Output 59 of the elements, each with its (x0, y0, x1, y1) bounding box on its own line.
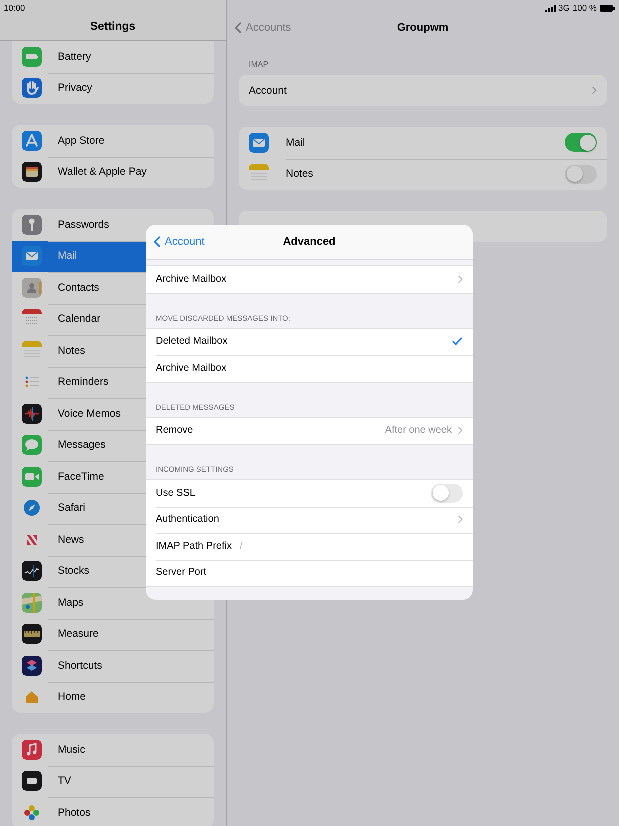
shortcuts-icon (22, 656, 42, 676)
account-row[interactable]: Account (239, 75, 607, 106)
toggle-label: Notes (286, 168, 314, 180)
network-label: 3G (558, 3, 570, 13)
settings-item[interactable]: TV (12, 766, 214, 797)
settings-row[interactable]: Remove After one week (146, 418, 473, 444)
settings-item[interactable]: App Store (12, 125, 214, 156)
chevron-icon (458, 426, 463, 436)
settings-row[interactable]: Server Port (146, 560, 473, 586)
speech-bubble-icon (22, 435, 42, 456)
row-value: After one week (385, 425, 452, 436)
modal-title: Advanced (283, 236, 336, 248)
chevron-icon (458, 274, 463, 284)
settings-row[interactable]: Archive Mailbox (146, 355, 473, 382)
compass-icon (22, 498, 42, 518)
back-chevron-icon (235, 22, 242, 34)
settings-row[interactable]: IMAP Path Prefix / (146, 533, 473, 560)
hand-icon (22, 78, 42, 98)
music-note-icon (22, 740, 42, 760)
settings-item[interactable]: Home (12, 682, 214, 713)
page-title: Groupwm (397, 22, 449, 34)
section-header: IMAP (248, 60, 270, 69)
chevron-icon (458, 515, 463, 524)
settings-item[interactable]: Music (12, 734, 214, 766)
toggle-switch[interactable] (565, 164, 597, 184)
toggle-switch[interactable] (565, 133, 597, 152)
map-icon (22, 592, 42, 613)
toggle-switch[interactable] (431, 484, 463, 503)
settings-row[interactable]: Archive Mailbox (146, 266, 473, 292)
settings-item[interactable]: Photos (12, 797, 214, 826)
sidebar-title: Settings (89, 20, 137, 35)
ruler-icon (22, 624, 42, 644)
signal-icon (544, 4, 556, 12)
settings-row[interactable]: Authentication (146, 506, 473, 533)
video-camera-icon (22, 466, 42, 487)
battery-icon (22, 46, 42, 67)
contact-icon (22, 278, 42, 298)
battery-percent: 100 % (572, 3, 597, 13)
tv-icon (22, 771, 42, 792)
chart-icon (22, 561, 42, 582)
settings-row[interactable]: Use SSL (146, 480, 473, 506)
settings-item[interactable]: Shortcuts (12, 650, 214, 682)
toggle-label: Mail (286, 136, 306, 149)
settings-row[interactable]: Deleted Mailbox (146, 328, 473, 355)
envelope-icon (22, 246, 42, 266)
envelope-icon (249, 132, 269, 153)
wallet-icon (22, 162, 42, 182)
battery-icon (600, 4, 615, 12)
key-icon (22, 214, 42, 235)
back-chevron-icon (154, 236, 161, 248)
settings-item[interactable]: Wallet & Apple Pay (12, 156, 214, 188)
settings-item[interactable]: Privacy (12, 72, 214, 104)
chevron-icon (592, 86, 597, 95)
flower-icon (22, 802, 42, 823)
app-store-icon (22, 130, 42, 151)
waveform-icon (22, 404, 42, 424)
settings-item[interactable]: Battery (12, 41, 214, 72)
settings-item[interactable]: Measure (12, 618, 214, 650)
status-time: 10:00 (4, 3, 26, 13)
